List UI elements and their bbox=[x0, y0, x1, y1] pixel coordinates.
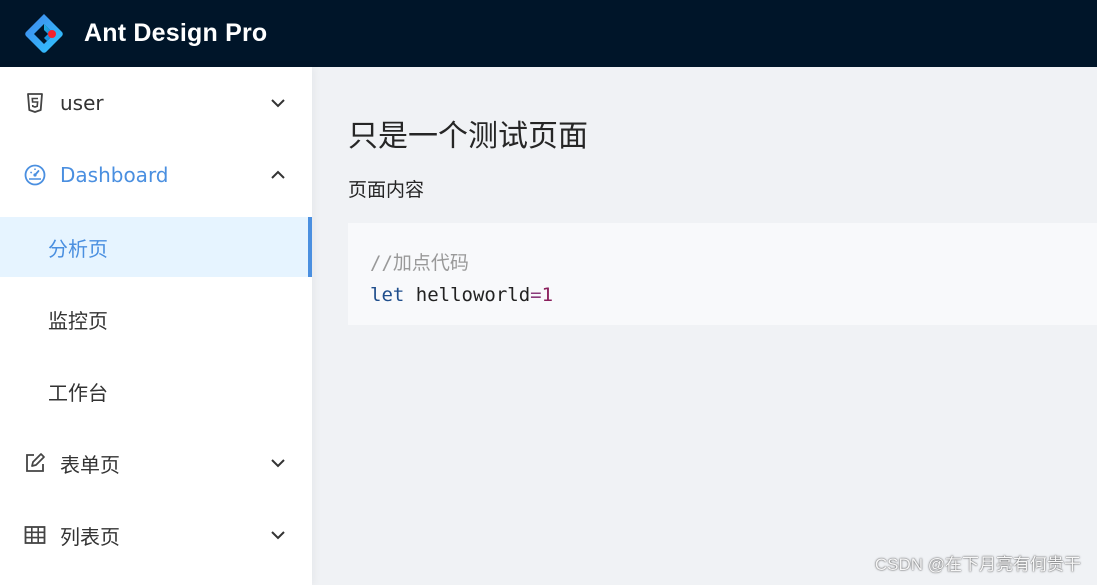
sidebar-menu: user Dashboard 分析页 监控页 工作台 表单页 列表页 bbox=[0, 67, 312, 585]
page-description: 页面内容 bbox=[348, 179, 425, 201]
code-keyword: let bbox=[370, 284, 405, 306]
html5-icon bbox=[27, 93, 43, 113]
sidebar-item-label: user bbox=[60, 91, 104, 115]
code-line: let helloworld=1 bbox=[370, 279, 1086, 311]
sidebar-item-user[interactable]: user bbox=[0, 67, 312, 139]
code-number: 1 bbox=[541, 284, 554, 306]
ant-design-logo-icon[interactable] bbox=[22, 12, 66, 56]
sidebar-subitem-monitor[interactable]: 监控页 bbox=[0, 283, 312, 355]
sidebar-item-list[interactable]: 列表页 bbox=[0, 499, 312, 571]
table-icon bbox=[24, 526, 46, 544]
code-block: //加点代码 let helloworld=1 bbox=[348, 223, 1097, 325]
sidebar-subitem-label: 工作台 bbox=[48, 380, 108, 405]
page-title: 只是一个测试页面 bbox=[348, 119, 588, 154]
sidebar-item-dashboard[interactable]: Dashboard bbox=[0, 139, 312, 211]
sidebar-subitem-label: 监控页 bbox=[48, 308, 108, 333]
chevron-down-icon bbox=[271, 99, 285, 108]
dashboard-gauge-icon bbox=[24, 164, 46, 186]
main-content: 只是一个测试页面 页面内容 //加点代码 let helloworld=1 bbox=[312, 67, 1097, 585]
form-edit-icon bbox=[26, 453, 45, 472]
sidebar-subitem-workplace[interactable]: 工作台 bbox=[0, 355, 312, 427]
chevron-up-icon bbox=[271, 170, 285, 179]
sidebar-item-form[interactable]: 表单页 bbox=[0, 427, 312, 499]
sidebar-item-label: Dashboard bbox=[60, 163, 169, 187]
top-header: Ant Design Pro bbox=[0, 0, 1097, 67]
sidebar-item-label: 表单页 bbox=[60, 452, 120, 477]
sidebar-item-label: 列表页 bbox=[60, 524, 120, 549]
watermark: CSDN @在下月亮有何贵干 bbox=[874, 555, 1081, 574]
app-title[interactable]: Ant Design Pro bbox=[84, 19, 267, 48]
chevron-down-icon bbox=[271, 531, 285, 540]
chevron-down-icon bbox=[271, 459, 285, 468]
sidebar-subitem-label: 分析页 bbox=[48, 236, 108, 261]
code-comment: //加点代码 bbox=[370, 252, 469, 274]
code-operator: = bbox=[530, 284, 542, 306]
sidebar-subitem-analysis[interactable]: 分析页 bbox=[0, 217, 312, 277]
code-identifier: helloworld bbox=[415, 284, 531, 306]
